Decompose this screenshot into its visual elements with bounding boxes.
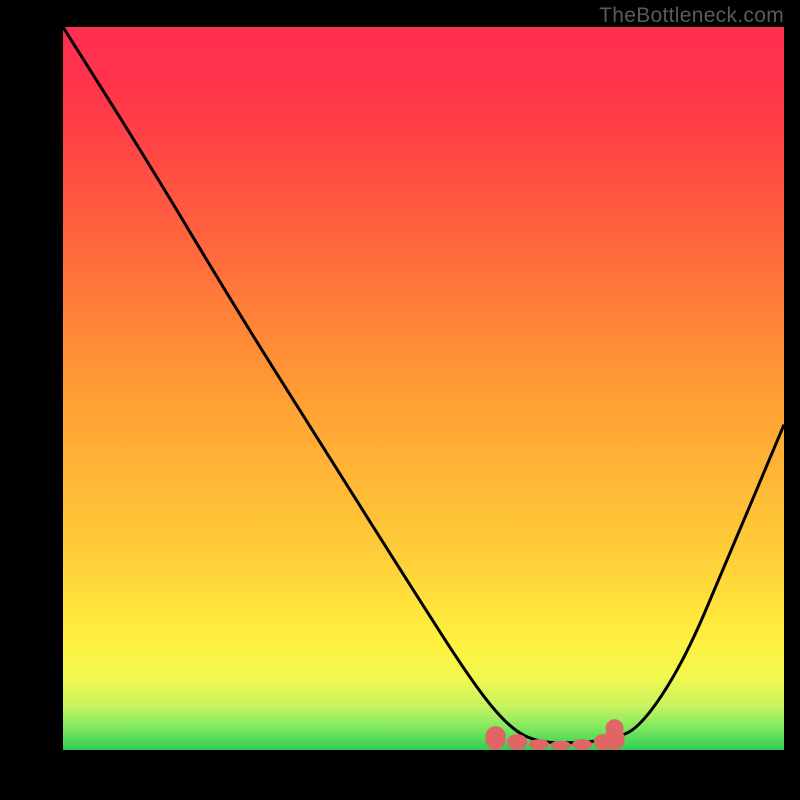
optimal-bar [572, 739, 592, 750]
plot-area [63, 27, 784, 750]
chart-frame: TheBottleneck.com [0, 0, 800, 800]
optimal-bar [507, 734, 527, 750]
optimal-bar [529, 739, 549, 750]
bottleneck-chart [63, 27, 784, 750]
curve [63, 27, 784, 743]
optimal-bar [550, 741, 570, 750]
optimal-bar [486, 726, 506, 750]
marker-dot [606, 719, 624, 737]
watermark-text: TheBottleneck.com [599, 4, 784, 28]
